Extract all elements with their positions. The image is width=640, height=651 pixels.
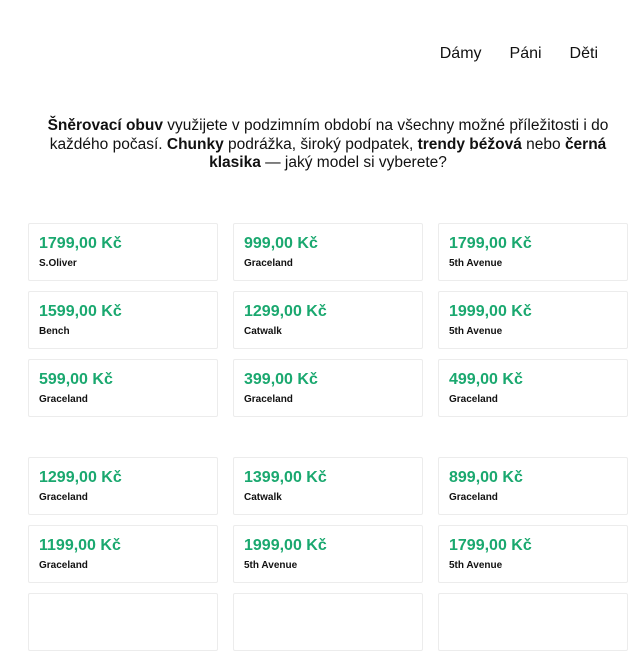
product-brand: Catwalk [244, 326, 282, 337]
product-brand: Graceland [244, 258, 293, 269]
product-card[interactable]: 999,00 Kč Graceland [233, 223, 423, 281]
intro-bold-2: Chunky [166, 135, 224, 153]
intro-bold-3: trendy béžová [417, 135, 522, 153]
product-card[interactable]: 1199,00 Kč Graceland [28, 525, 218, 583]
product-price: 1299,00 Kč [39, 469, 122, 486]
product-grid-bottom: 1299,00 Kč Graceland 1399,00 Kč Catwalk 89… [28, 457, 628, 651]
product-brand: Bench [39, 326, 70, 337]
product-price: 1799,00 Kč [39, 235, 122, 252]
product-card[interactable]: 1799,00 Kč 5th Avenue [438, 223, 628, 281]
product-price: 999,00 Kč [244, 235, 318, 252]
product-card[interactable]: 1299,00 Kč Graceland [28, 457, 218, 515]
product-price: 1599,00 Kč [39, 303, 122, 320]
product-card[interactable] [28, 593, 218, 651]
product-card[interactable]: 899,00 Kč Graceland [438, 457, 628, 515]
product-price: 1999,00 Kč [449, 303, 532, 320]
product-price: 599,00 Kč [39, 371, 113, 388]
product-price: 1399,00 Kč [244, 469, 327, 486]
nav-item-damy[interactable]: Dámy [440, 44, 482, 64]
product-brand: Catwalk [244, 492, 282, 503]
product-card[interactable]: 399,00 Kč Graceland [233, 359, 423, 417]
product-card[interactable]: 1599,00 Kč Bench [28, 291, 218, 349]
product-brand: Graceland [39, 560, 88, 571]
product-brand: Graceland [39, 492, 88, 503]
intro-bold-1: Šněrovací obuv [47, 117, 163, 134]
product-card[interactable]: 1799,00 Kč S.Oliver [28, 223, 218, 281]
product-card[interactable]: 599,00 Kč Graceland [28, 359, 218, 417]
intro-text-3: nebo [521, 135, 565, 153]
product-brand: Graceland [39, 394, 88, 405]
product-grid-top: 1799,00 Kč S.Oliver 999,00 Kč Graceland 17… [28, 223, 628, 417]
nav-item-pani[interactable]: Páni [510, 44, 542, 64]
product-card[interactable] [233, 593, 423, 651]
product-price: 1799,00 Kč [449, 537, 532, 554]
product-brand: 5th Avenue [244, 560, 298, 571]
product-price: 399,00 Kč [244, 371, 318, 388]
intro-text-4: — jaký model si vyberete? [260, 154, 447, 171]
product-price: 1799,00 Kč [449, 235, 532, 252]
product-brand: S.Oliver [39, 258, 77, 269]
main-nav: Dámy Páni Děti [440, 44, 598, 64]
product-price: 1199,00 Kč [39, 537, 121, 554]
intro-text: Šněrovací obuv využijete v podzimním obd… [30, 117, 626, 173]
product-card[interactable]: 1999,00 Kč 5th Avenue [438, 291, 628, 349]
intro-text-2: podrážka, široký podpatek, [223, 135, 418, 153]
product-card[interactable]: 1799,00 Kč 5th Avenue [438, 525, 628, 583]
product-brand: Graceland [449, 394, 498, 405]
product-card[interactable]: 499,00 Kč Graceland [438, 359, 628, 417]
product-brand: Graceland [244, 394, 293, 405]
product-card[interactable]: 1299,00 Kč Catwalk [233, 291, 423, 349]
product-brand: Graceland [449, 492, 498, 503]
product-price: 499,00 Kč [449, 371, 523, 388]
product-card[interactable]: 1399,00 Kč Catwalk [233, 457, 423, 515]
nav-item-deti[interactable]: Děti [570, 44, 598, 64]
product-card[interactable] [438, 593, 628, 651]
product-price: 899,00 Kč [449, 469, 523, 486]
product-price: 1999,00 Kč [244, 537, 327, 554]
product-price: 1299,00 Kč [244, 303, 327, 320]
product-card[interactable]: 1999,00 Kč 5th Avenue [233, 525, 423, 583]
product-brand: 5th Avenue [449, 258, 503, 269]
product-brand: 5th Avenue [449, 326, 503, 337]
product-brand: 5th Avenue [449, 560, 503, 571]
